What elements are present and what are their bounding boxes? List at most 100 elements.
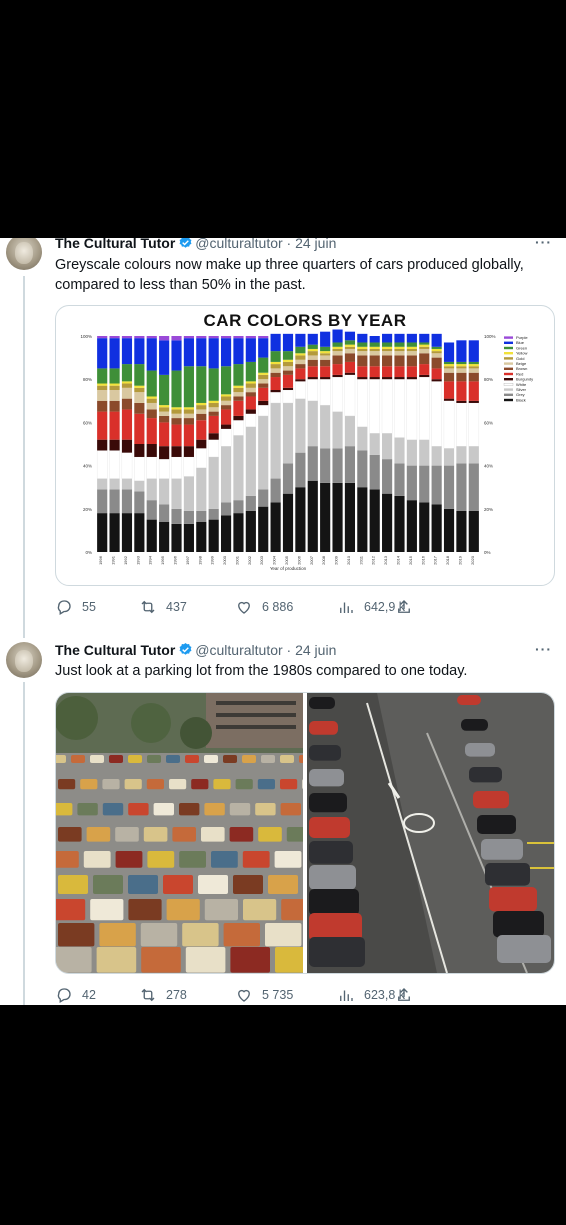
bar-segment-gold bbox=[320, 353, 331, 356]
bar-segment-red bbox=[344, 361, 356, 373]
x-tick-label: 2010 bbox=[346, 555, 351, 565]
parked-car bbox=[242, 755, 256, 763]
reply-button[interactable]: 42 bbox=[55, 986, 96, 1004]
parked-car bbox=[213, 779, 231, 790]
tweet-date[interactable]: · 24 juin bbox=[287, 238, 337, 251]
bar-segment-red bbox=[332, 364, 343, 375]
parked-car bbox=[56, 803, 73, 816]
bar-segment-red bbox=[159, 422, 170, 447]
tweet-feed[interactable]: The Cultural Tutor @culturaltutor · 24 ju… bbox=[0, 238, 566, 1005]
bar-segment-grey bbox=[208, 508, 219, 520]
bar-segment-brown bbox=[443, 372, 455, 382]
x-tick-label: 2017 bbox=[433, 555, 438, 565]
parked-car bbox=[280, 755, 294, 763]
x-tick-label: 1992 bbox=[123, 555, 128, 565]
thread-connector bbox=[23, 682, 25, 1005]
bar-segment-beige bbox=[233, 392, 244, 397]
bar-segment-white bbox=[245, 413, 257, 427]
bar-segment-gold bbox=[97, 385, 108, 390]
parked-car bbox=[179, 803, 200, 816]
bar-segment-purple bbox=[146, 336, 157, 339]
reply-button[interactable]: 55 bbox=[55, 598, 96, 616]
bar-segment-blue bbox=[443, 342, 455, 362]
avatar[interactable] bbox=[6, 642, 42, 678]
bar-segment-beige bbox=[456, 368, 467, 373]
parked-car bbox=[58, 779, 76, 790]
bar-segment-gold bbox=[307, 351, 318, 356]
author-name[interactable]: The Cultural Tutor bbox=[55, 238, 175, 251]
bar-segment-yellow bbox=[220, 394, 232, 397]
retweet-icon bbox=[141, 600, 155, 614]
views-icon bbox=[340, 602, 353, 613]
retweet-button[interactable]: 278 bbox=[139, 986, 187, 1004]
like-button[interactable]: 5 735 bbox=[235, 986, 293, 1004]
share-icon[interactable] bbox=[395, 986, 413, 1004]
share-icon[interactable] bbox=[395, 598, 413, 616]
tweet-date[interactable]: · 24 juin bbox=[287, 642, 337, 658]
bar-segment-yellow bbox=[97, 383, 108, 386]
bar-segment-grey bbox=[357, 450, 368, 488]
retweet-button[interactable]: 437 bbox=[139, 598, 187, 616]
author-handle[interactable]: @culturaltutor bbox=[195, 238, 282, 251]
bar-segment-brown bbox=[270, 372, 281, 378]
bar-segment-white bbox=[270, 392, 281, 404]
x-tick-label: 2002 bbox=[247, 555, 252, 565]
bar-segment-blue bbox=[357, 333, 368, 343]
bar-segment-green bbox=[258, 357, 269, 373]
x-tick-label: 2008 bbox=[321, 555, 326, 565]
parked-car bbox=[204, 803, 225, 816]
bar-segment-grey bbox=[134, 491, 145, 514]
bar-segment-silver bbox=[357, 426, 368, 451]
more-options-icon[interactable]: ··· bbox=[535, 641, 552, 657]
bar-segment-gold bbox=[171, 409, 182, 414]
parked-car bbox=[465, 743, 495, 757]
bar-segment-burgundy bbox=[419, 374, 430, 378]
bar-segment-green bbox=[233, 364, 244, 386]
bar-segment-brown bbox=[295, 364, 306, 369]
author-handle[interactable]: @culturaltutor bbox=[195, 642, 282, 658]
bar-segment-silver bbox=[468, 446, 479, 464]
parked-car bbox=[233, 875, 263, 894]
x-tick-label: 2011 bbox=[358, 555, 363, 564]
bar-segment-white bbox=[419, 376, 430, 440]
parked-car bbox=[258, 827, 282, 842]
bar-segment-black bbox=[208, 519, 219, 552]
bar-segment-red bbox=[443, 381, 455, 399]
bar-segment-black bbox=[109, 513, 120, 552]
bar-segment-black bbox=[171, 523, 182, 552]
parked-car bbox=[281, 899, 303, 921]
avatar[interactable] bbox=[6, 238, 42, 270]
chart-image-card[interactable]: CAR COLORS BY YEAR 0% 0% 20% 20% 40% 40% 60% 60… bbox=[55, 305, 555, 586]
black-letterbox-bottom bbox=[0, 1005, 566, 1225]
bar-segment-white bbox=[394, 379, 405, 438]
author-name[interactable]: The Cultural Tutor bbox=[55, 642, 175, 658]
x-tick-label: 2019 bbox=[457, 555, 462, 565]
bar-segment-beige bbox=[419, 348, 430, 354]
parked-car bbox=[90, 899, 124, 921]
parked-car bbox=[473, 791, 509, 809]
bar-segment-grey bbox=[270, 478, 281, 503]
bar-segment-grey bbox=[394, 463, 405, 496]
y-tick-label: 20% bbox=[83, 507, 92, 512]
parked-car bbox=[99, 923, 136, 947]
bar-segment-grey bbox=[320, 448, 331, 483]
x-tick-label: 2007 bbox=[309, 555, 314, 565]
x-tick-label: 2005 bbox=[284, 555, 289, 565]
bar-segment-blue bbox=[369, 336, 380, 343]
parked-car bbox=[309, 697, 335, 709]
parking-lot-photos[interactable] bbox=[55, 692, 555, 974]
bar-segment-green bbox=[307, 344, 318, 349]
like-button[interactable]: 6 886 bbox=[235, 598, 293, 616]
more-options-icon[interactable]: ··· bbox=[535, 238, 552, 250]
parked-car bbox=[93, 875, 123, 894]
bar-segment-blue bbox=[208, 338, 219, 369]
bar-segment-yellow bbox=[159, 405, 170, 408]
bar-segment-green bbox=[282, 351, 294, 360]
bar-segment-silver bbox=[394, 437, 405, 464]
bar-segment-white bbox=[332, 376, 343, 412]
parked-car bbox=[230, 947, 270, 973]
bar-segment-beige bbox=[307, 355, 318, 360]
parked-car bbox=[261, 755, 275, 763]
bar-segment-blue bbox=[456, 340, 467, 362]
bar-segment-gold bbox=[245, 383, 256, 388]
